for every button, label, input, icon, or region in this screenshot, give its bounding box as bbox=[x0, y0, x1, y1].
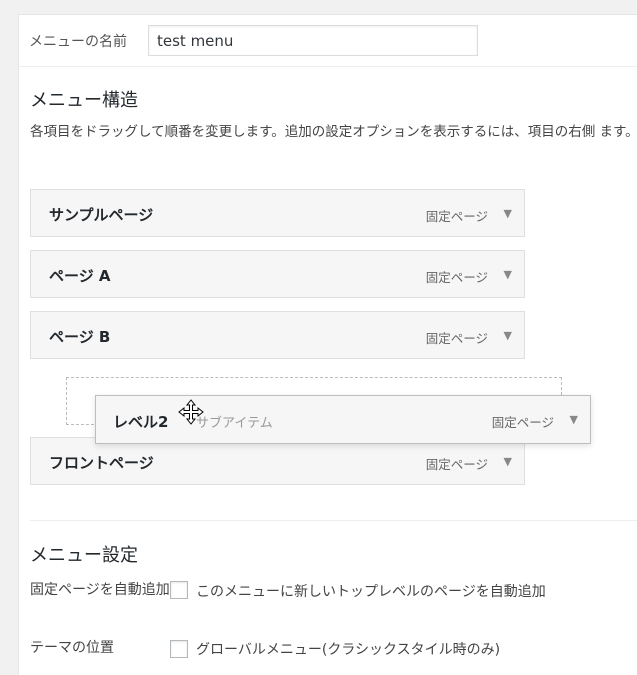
menu-item-page-b[interactable]: ページ B 固定ページ ▼ bbox=[30, 311, 525, 359]
menu-structure-description: 各項目をドラッグして順番を変更します。追加の設定オプションを表示するには、項目の… bbox=[30, 124, 637, 140]
triangle-down-icon[interactable]: ▼ bbox=[504, 268, 512, 281]
menu-name-label: メニューの名前 bbox=[29, 34, 127, 50]
menu-item-type: 固定ページ bbox=[425, 270, 488, 285]
menu-item-title: レベル2 bbox=[113, 413, 169, 431]
header-divider bbox=[18, 66, 637, 67]
menu-item-title: ページ B bbox=[49, 328, 111, 346]
dragging-menu-item[interactable]: レベル2 サブアイテム 固定ページ ▼ bbox=[95, 395, 591, 444]
theme-location-checkbox[interactable] bbox=[170, 640, 188, 658]
menu-item-title: ページ A bbox=[49, 267, 111, 285]
triangle-down-icon[interactable]: ▼ bbox=[504, 207, 512, 220]
menu-item-title: サンプルページ bbox=[49, 206, 154, 224]
move-cursor-icon bbox=[178, 399, 204, 425]
menu-item-front-page[interactable]: フロントページ 固定ページ ▼ bbox=[30, 437, 525, 485]
triangle-down-icon[interactable]: ▼ bbox=[504, 329, 512, 342]
auto-add-text: このメニューに新しいトップレベルのページを自動追加 bbox=[196, 584, 546, 600]
menu-item-type: 固定ページ bbox=[425, 331, 488, 346]
auto-add-checkbox[interactable] bbox=[170, 581, 188, 599]
menu-item-title: フロントページ bbox=[49, 454, 154, 472]
menu-item-sub-label: サブアイテム bbox=[196, 416, 273, 431]
theme-location-text: グローバルメニュー(クラシックスタイル時のみ) bbox=[196, 642, 501, 658]
auto-add-label: 固定ページを自動追加 bbox=[30, 582, 170, 598]
menu-item-type: 固定ページ bbox=[491, 415, 554, 430]
triangle-down-icon[interactable]: ▼ bbox=[504, 455, 512, 468]
settings-divider bbox=[30, 520, 637, 521]
menu-item-type: 固定ページ bbox=[425, 457, 488, 472]
menu-item-type: 固定ページ bbox=[425, 209, 488, 224]
menu-structure-heading: メニュー構造 bbox=[30, 90, 138, 111]
menu-settings-heading: メニュー設定 bbox=[30, 545, 138, 566]
menu-item-page-a[interactable]: ページ A 固定ページ ▼ bbox=[30, 250, 525, 298]
triangle-down-icon[interactable]: ▼ bbox=[570, 413, 578, 426]
theme-location-label: テーマの位置 bbox=[30, 640, 114, 656]
menu-name-input[interactable] bbox=[148, 25, 478, 56]
menu-item-sample-page[interactable]: サンプルページ 固定ページ ▼ bbox=[30, 189, 525, 237]
